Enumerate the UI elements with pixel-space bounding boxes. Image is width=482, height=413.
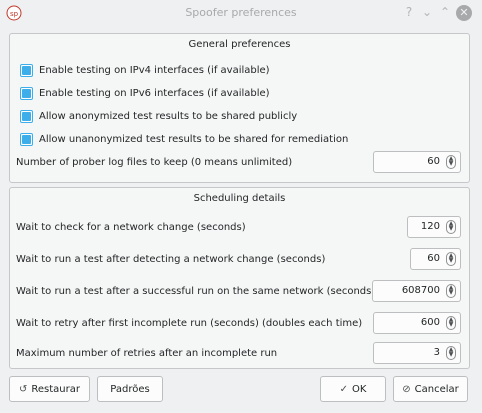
minimize-icon[interactable]: ⌄ [420, 5, 434, 19]
retry-label: Wait to retry after first incomplete run… [16, 318, 363, 329]
restore-icon: ↺ [19, 383, 28, 395]
log-files-spinbox[interactable]: 60 ▲ ▼ [373, 151, 461, 173]
scheduling-details-group: Scheduling details Wait to check for a n… [9, 187, 470, 369]
check-network-spinbox[interactable]: 120 ▲ ▼ [407, 216, 461, 238]
help-icon[interactable]: ? [402, 5, 416, 19]
general-preferences-title: General preferences [188, 39, 291, 50]
title-bar: sp Spoofer preferences ? ⌄ ⌃ ✕ [0, 0, 482, 26]
spin-arrows-icon[interactable]: ▲ ▼ [446, 346, 456, 360]
spin-arrows-icon[interactable]: ▲ ▼ [446, 220, 456, 234]
run-after-success-spinbox[interactable]: 608700 ▲ ▼ [372, 280, 461, 302]
spin-arrows-icon[interactable]: ▲ ▼ [446, 252, 456, 266]
restore-button[interactable]: ↺ Restaurar [9, 376, 90, 402]
checkbox-share-unanonymized[interactable]: Allow unanonymized test results to be sh… [20, 132, 348, 146]
checkbox-ipv4-box[interactable] [20, 63, 33, 77]
checkbox-ipv4[interactable]: Enable testing on IPv4 interfaces (if av… [20, 63, 270, 77]
checkbox-ipv6-label: Enable testing on IPv6 interfaces (if av… [39, 87, 270, 99]
defaults-button-label: Padrões [110, 383, 150, 395]
checkbox-ipv6-box[interactable] [20, 86, 33, 100]
spin-arrows-icon[interactable]: ▲ ▼ [446, 316, 456, 330]
max-retries-label: Maximum number of retries after an incom… [16, 348, 278, 359]
scheduling-details-title: Scheduling details [193, 193, 286, 204]
log-files-value: 60 [427, 156, 440, 167]
checkbox-ipv4-label: Enable testing on IPv4 interfaces (if av… [39, 64, 270, 76]
restore-button-label: Restaurar [31, 383, 80, 395]
check-network-label: Wait to check for a network change (seco… [16, 222, 246, 233]
ok-button[interactable]: ✓ OK [320, 376, 386, 402]
checkbox-share-unanonymized-label: Allow unanonymized test results to be sh… [39, 133, 349, 145]
checkbox-ipv6[interactable]: Enable testing on IPv6 interfaces (if av… [20, 86, 270, 100]
run-after-change-spinbox[interactable]: 60 ▲ ▼ [410, 248, 461, 270]
checkbox-share-unanonymized-box[interactable] [20, 132, 33, 146]
ok-button-label: OK [351, 383, 367, 395]
run-after-success-label: Wait to run a test after a successful ru… [16, 286, 376, 297]
max-retries-spinbox[interactable]: 3 ▲ ▼ [373, 342, 461, 364]
run-after-success-value: 608700 [401, 285, 440, 296]
retry-value: 600 [420, 317, 440, 328]
cancel-button-label: Cancelar [414, 383, 459, 395]
log-files-label: Number of prober log files to keep (0 me… [16, 157, 293, 168]
general-preferences-group: General preferences Enable testing on IP… [9, 33, 470, 183]
check-network-value: 120 [420, 221, 440, 232]
spin-arrows-icon[interactable]: ▲ ▼ [446, 284, 456, 298]
maximize-icon[interactable]: ⌃ [438, 5, 452, 19]
defaults-button[interactable]: Padrões [97, 376, 163, 402]
check-icon: ✓ [339, 383, 348, 395]
checkbox-share-anonymized-box[interactable] [20, 109, 33, 123]
close-icon[interactable]: ✕ [456, 5, 472, 21]
run-after-change-value: 60 [427, 253, 440, 264]
spin-arrows-icon[interactable]: ▲ ▼ [446, 155, 456, 169]
checkbox-share-anonymized[interactable]: Allow anonymized test results to be shar… [20, 109, 297, 123]
cancel-icon: ⊘ [402, 383, 411, 395]
max-retries-value: 3 [433, 347, 440, 358]
retry-spinbox[interactable]: 600 ▲ ▼ [373, 312, 461, 334]
cancel-button[interactable]: ⊘ Cancelar [393, 376, 468, 402]
checkbox-share-anonymized-label: Allow anonymized test results to be shar… [39, 110, 298, 122]
run-after-change-label: Wait to run a test after detecting a net… [16, 254, 326, 265]
